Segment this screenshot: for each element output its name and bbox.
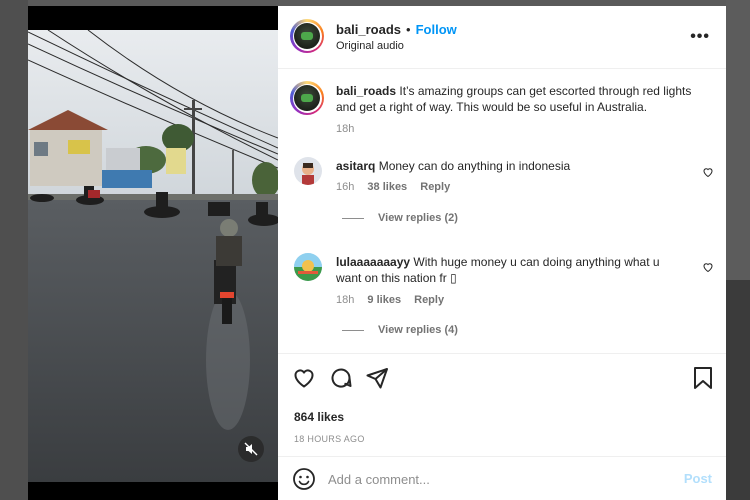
post-panel: bali_roads • Follow Original audio ••• bal… [278,6,726,500]
view-replies-label: View replies (2) [378,212,458,224]
reply-button[interactable]: Reply [414,294,444,306]
smiley-icon[interactable] [292,467,316,491]
caption-avatar[interactable] [290,81,324,115]
comment-avatar[interactable] [294,253,322,281]
comment-likes[interactable]: 9 likes [367,294,401,306]
bookmark-icon[interactable] [692,366,714,390]
comments-list[interactable]: bali_roads It’s amazing groups can get e… [278,69,726,353]
comment-body: asitarq Money can do anything in indones… [336,158,686,174]
author-avatar[interactable] [290,19,324,53]
heart-icon[interactable] [292,366,316,390]
mute-button[interactable] [238,436,264,462]
comment-composer: Post [278,458,726,500]
author-username[interactable]: bali_roads [336,22,401,37]
comment-time: 16h [336,181,355,193]
divider [278,456,726,457]
audio-label[interactable]: Original audio [336,40,404,52]
author-line: bali_roads • Follow [336,21,457,39]
post-button[interactable]: Post [684,471,712,486]
like-count[interactable]: 864 likes [294,410,344,424]
action-bar: 864 likes 18 HOURS AGO [278,354,726,454]
view-replies-button[interactable]: View replies (4) [342,324,458,336]
comment-likes[interactable]: 38 likes [367,181,407,193]
post-header: bali_roads • Follow Original audio ••• [278,6,726,69]
comment-time: 18h [336,294,355,306]
video-player[interactable] [28,6,278,500]
comment-avatar[interactable] [294,157,322,185]
caption: bali_roads It’s amazing groups can get e… [336,83,706,115]
comment-username[interactable]: asitarq [336,159,375,173]
view-replies-button[interactable]: View replies (2) [342,212,458,224]
comment-like-heart-icon[interactable] [702,261,714,273]
post-timestamp: 18 HOURS AGO [294,434,365,444]
replies-line [342,329,364,331]
separator-dot: • [406,22,411,37]
comment-body: lulaaaaaaayy With huge money u can doing… [336,254,681,286]
comment-input[interactable] [328,469,668,489]
comment-like-heart-icon[interactable] [702,166,714,178]
backdrop-right-image [726,280,750,500]
view-replies-label: View replies (4) [378,324,458,336]
backdrop-left [0,0,28,500]
comment-text: Money can do anything in indonesia [378,159,571,173]
comment-meta: 18h 9 likes Reply [336,294,444,306]
comment-meta: 16h 38 likes Reply [336,181,450,193]
caption-time: 18h [336,123,355,135]
replies-line [342,217,364,219]
comment-username[interactable]: lulaaaaaaayy [336,255,410,269]
comment-bubble-icon[interactable] [329,366,353,390]
video-frame [28,30,278,482]
caption-username[interactable]: bali_roads [336,84,396,98]
paper-plane-icon[interactable] [365,366,389,390]
speaker-muted-icon [244,442,258,456]
follow-button[interactable]: Follow [416,22,457,37]
reply-button[interactable]: Reply [420,181,450,193]
more-options-icon[interactable]: ••• [690,28,710,46]
